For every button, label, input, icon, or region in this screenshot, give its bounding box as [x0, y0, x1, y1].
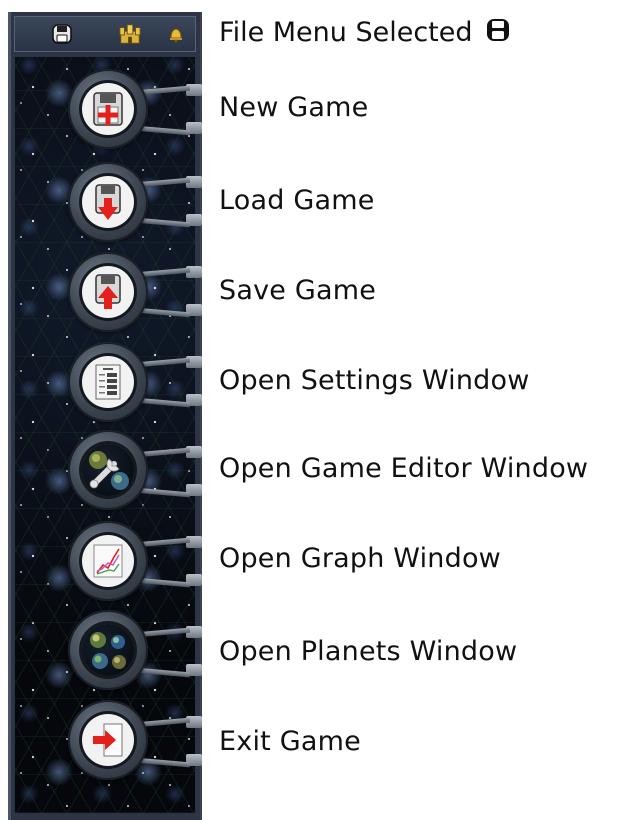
settings-document-icon [82, 356, 134, 408]
open-game-editor-window-button[interactable] [68, 430, 148, 510]
page-title-row: File Menu Selected [219, 14, 511, 50]
graph-icon [82, 535, 134, 587]
save-game-icon [82, 266, 134, 318]
new-game-button[interactable] [68, 69, 148, 149]
load-game-icon [82, 176, 134, 228]
wrench-planet-icon [82, 444, 134, 496]
menu-label-load-game[interactable]: Load Game [219, 185, 375, 216]
menu-label-exit-game[interactable]: Exit Game [219, 726, 361, 757]
floppy-disk-icon [485, 17, 511, 47]
menu-label-open-planets-window[interactable]: Open Planets Window [219, 636, 517, 667]
open-planets-window-button[interactable] [68, 610, 148, 690]
exit-door-icon [82, 714, 134, 766]
open-settings-window-button[interactable] [68, 342, 148, 422]
save-game-button[interactable] [68, 252, 148, 332]
floppy-disk-icon[interactable] [50, 22, 74, 46]
menu-label-save-game[interactable]: Save Game [219, 275, 376, 306]
new-game-icon [82, 83, 134, 135]
planets-icon [82, 624, 134, 676]
menu-label-open-settings-window[interactable]: Open Settings Window [219, 365, 529, 396]
load-game-button[interactable] [68, 162, 148, 242]
menu-label-open-game-editor-window[interactable]: Open Game Editor Window [219, 453, 588, 484]
page-title: File Menu Selected [219, 16, 473, 48]
menu-label-open-graph-window[interactable]: Open Graph Window [219, 543, 501, 574]
menu-label-new-game[interactable]: New Game [219, 92, 368, 123]
open-graph-window-button[interactable] [68, 521, 148, 601]
castle-icon[interactable] [118, 22, 142, 46]
exit-game-button[interactable] [68, 700, 148, 780]
bell-icon[interactable] [164, 22, 188, 46]
